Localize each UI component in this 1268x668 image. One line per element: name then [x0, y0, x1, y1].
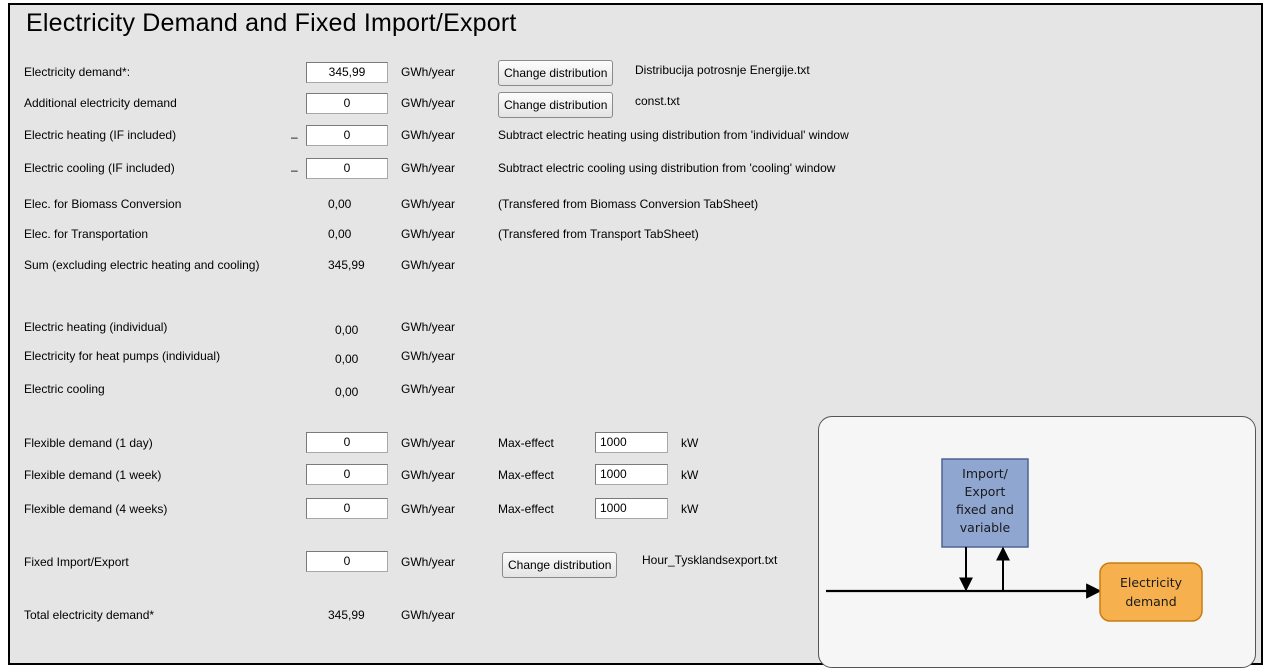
- unit-label: GWh/year: [401, 502, 456, 516]
- demand-distribution-file: Distribucija potrosnje Energije.txt: [635, 63, 810, 77]
- kw-unit-label: kW: [681, 436, 699, 450]
- unit-label: GWh/year: [401, 349, 456, 363]
- transportation-value: 0,00: [328, 227, 352, 241]
- fixed-import-export-label: Fixed Import/Export: [24, 555, 129, 569]
- sum-value: 345,99: [328, 258, 365, 272]
- electric-heating-label: Electric heating (IF included): [24, 128, 177, 142]
- unit-label: GWh/year: [401, 258, 456, 272]
- change-distribution-additional-button[interactable]: Change distribution: [498, 92, 614, 118]
- unit-label: GWh/year: [401, 128, 456, 142]
- flex-1week-input[interactable]: 0: [306, 464, 388, 485]
- flex-4weeks-max-label: Max-effect: [498, 502, 554, 516]
- flex-1week-max-input[interactable]: 1000: [595, 464, 668, 485]
- heating-individual-value: 0,00: [335, 323, 359, 337]
- kw-unit-label: kW: [681, 468, 699, 482]
- electric-heating-note: Subtract electric heating using distribu…: [498, 128, 849, 142]
- flex-1day-label: Flexible demand (1 day): [24, 436, 153, 450]
- flex-4weeks-label: Flexible demand (4 weeks): [24, 502, 168, 516]
- fixed-import-export-input[interactable]: 0: [306, 551, 388, 572]
- electricity-demand-label: Electricity demand*:: [24, 65, 131, 79]
- minus-sign: –: [291, 163, 298, 177]
- electric-cooling-total-label: Electric cooling: [24, 382, 105, 396]
- electric-cooling-note: Subtract electric cooling using distribu…: [498, 161, 836, 175]
- import-box-line-3: fixed and: [955, 502, 1013, 517]
- flex-1week-max-label: Max-effect: [498, 468, 554, 482]
- unit-label: GWh/year: [401, 227, 456, 241]
- import-export-distribution-file: Hour_Tysklandsexport.txt: [642, 553, 778, 567]
- demand-box-line-1: Electricity: [1119, 575, 1182, 590]
- page-title: Electricity Demand and Fixed Import/Expo…: [26, 9, 517, 37]
- demand-box-line-2: demand: [1125, 594, 1176, 609]
- change-distribution-import-export-button[interactable]: Change distribution: [502, 552, 618, 578]
- electric-cooling-label: Electric cooling (IF included): [24, 161, 175, 175]
- biomass-conversion-label: Elec. for Biomass Conversion: [24, 197, 182, 211]
- heat-pumps-individual-value: 0,00: [335, 352, 359, 366]
- biomass-conversion-note: (Transfered from Biomass Conversion TabS…: [498, 197, 759, 211]
- electricity-demand-box: [1098, 561, 1203, 622]
- unit-label: GWh/year: [401, 161, 456, 175]
- unit-label: GWh/year: [401, 382, 456, 396]
- unit-label: GWh/year: [401, 197, 456, 211]
- transportation-label: Elec. for Transportation: [24, 227, 149, 241]
- unit-label: GWh/year: [401, 436, 456, 450]
- unit-label: GWh/year: [401, 608, 456, 622]
- change-distribution-demand-button[interactable]: Change distribution: [498, 60, 614, 86]
- flex-1day-max-input[interactable]: 1000: [595, 432, 668, 453]
- flow-diagram: Import/ Export fixed and variable Electr…: [818, 416, 1256, 668]
- electric-cooling-total-value: 0,00: [335, 385, 359, 399]
- biomass-conversion-value: 0,00: [328, 197, 352, 211]
- unit-label: GWh/year: [401, 468, 456, 482]
- sum-label: Sum (excluding electric heating and cool…: [24, 258, 260, 272]
- electric-cooling-input[interactable]: 0: [306, 158, 388, 179]
- window-panel: Electricity Demand and Fixed Import/Expo…: [8, 3, 1263, 668]
- total-demand-value: 345,99: [328, 608, 365, 622]
- flex-1day-input[interactable]: 0: [306, 432, 388, 453]
- unit-label: GWh/year: [401, 96, 456, 110]
- minus-sign: –: [291, 130, 298, 144]
- unit-label: GWh/year: [401, 555, 456, 569]
- electric-heating-input[interactable]: 0: [306, 125, 388, 146]
- unit-label: GWh/year: [401, 65, 456, 79]
- additional-demand-input[interactable]: 0: [306, 93, 388, 114]
- heat-pumps-individual-label: Electricity for heat pumps (individual): [24, 349, 221, 363]
- unit-label: GWh/year: [401, 320, 456, 334]
- import-box-line-1: Import/: [962, 466, 1008, 481]
- flex-4weeks-input[interactable]: 0: [306, 498, 388, 519]
- kw-unit-label: kW: [681, 502, 699, 516]
- flow-diagram-svg: Import/ Export fixed and variable Electr…: [825, 457, 1203, 622]
- heating-individual-label: Electric heating (individual): [24, 320, 168, 334]
- total-demand-label: Total electricity demand*: [24, 608, 155, 622]
- electricity-demand-input[interactable]: 345,99: [306, 62, 388, 83]
- transportation-note: (Transfered from Transport TabSheet): [498, 227, 699, 241]
- additional-demand-label: Additional electricity demand: [24, 96, 177, 110]
- flex-1week-label: Flexible demand (1 week): [24, 468, 162, 482]
- flex-1day-max-label: Max-effect: [498, 436, 554, 450]
- flex-4weeks-max-input[interactable]: 1000: [595, 498, 668, 519]
- additional-distribution-file: const.txt: [635, 94, 680, 108]
- import-box-line-2: Export: [964, 484, 1005, 499]
- import-box-line-4: variable: [959, 520, 1010, 535]
